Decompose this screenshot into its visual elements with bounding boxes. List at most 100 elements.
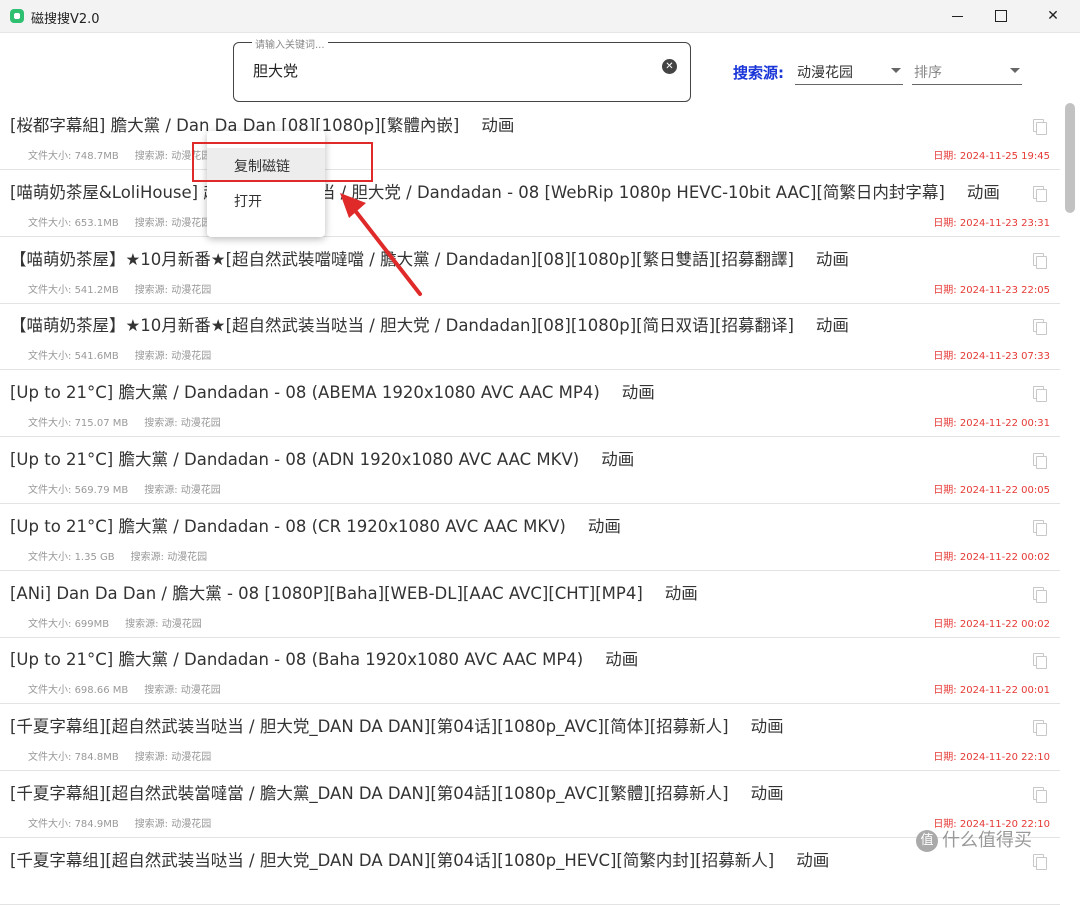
result-size: 1.35 GB [74,551,115,563]
chevron-down-icon [891,68,901,73]
result-meta: 文件大小: 748.7MB 搜索源: 动漫花园 [28,147,211,162]
size-label: 文件大小: [28,551,75,563]
result-row[interactable]: 【喵萌奶茶屋】★10月新番★[超自然武装当哒当 / 胆大党 / Dandadan… [0,303,1060,371]
scrollbar[interactable] [1064,103,1076,868]
result-source: 动漫花园 [167,551,208,563]
maximize-button[interactable] [978,0,1024,32]
minimize-button[interactable] [934,0,980,32]
result-date: 日期: 2024-11-20 22:10 [933,748,1050,763]
result-title-text: [Up to 21°C] 膽大黨 / Dandadan - 08 (Baha 1… [10,650,584,670]
result-category: 动画 [587,516,621,536]
sort-select-placeholder: 排序 [914,65,942,81]
result-title: [Up to 21°C] 膽大黨 / Dandadan - 08 (CR 192… [10,513,621,537]
annotation-highlight-box [192,142,373,182]
copy-icon[interactable] [1033,185,1047,202]
result-row[interactable]: [千夏字幕组][超自然武装当哒当 / 胆大党_DAN DA DAN][第04话]… [0,704,1060,772]
close-icon: ✕ [1047,8,1059,24]
menu-item-open[interactable]: 打开 [207,183,325,217]
result-source: 动漫花园 [180,685,221,697]
result-size: 784.9MB [74,819,119,830]
result-size: 653.1MB [74,217,119,229]
result-title-text: [千夏字幕组][超自然武装当哒当 / 胆大党_DAN DA DAN][第04话]… [10,850,775,870]
result-meta: 文件大小: 699MB 搜索源: 动漫花园 [28,615,202,630]
result-title-text: [千夏字幕組][超自然武裝當噠當 / 膽大黨_DAN DA DAN][第04話]… [10,784,729,803]
result-date-value: 2024-11-22 00:02 [959,551,1050,563]
sort-select[interactable]: 排序 [912,56,1022,85]
copy-icon[interactable] [1033,787,1047,803]
result-title: [千夏字幕组][超自然武装当哒当 / 胆大党_DAN DA DAN][第04话]… [10,847,829,871]
result-title: 【喵萌奶茶屋】★10月新番★[超自然武裝噹噠噹 / 膽大黨 / Dandadan… [10,246,849,270]
copy-icon[interactable] [1033,119,1047,135]
copy-icon[interactable] [1033,653,1047,670]
result-title: 【喵萌奶茶屋】★10月新番★[超自然武装当哒当 / 胆大党 / Dandadan… [10,312,849,336]
result-date: 日期: 2024-11-22 00:31 [933,414,1050,429]
result-category: 动画 [750,784,784,803]
result-title: [Up to 21°C] 膽大黨 / Dandadan - 08 (Baha 1… [10,646,638,670]
clear-search-icon[interactable]: ✕ [662,59,677,74]
result-title: [Up to 21°C] 膽大黨 / Dandadan - 08 (ABEMA … [10,379,655,403]
result-date-value: 2024-11-23 23:31 [959,217,1050,229]
size-label: 文件大小: [28,819,75,830]
source-prefix: 搜索源: [130,551,168,563]
result-source: 动漫花园 [171,284,212,296]
source-prefix: 搜索源: [144,485,181,496]
size-label: 文件大小: [28,418,75,430]
copy-icon[interactable] [1033,519,1047,536]
source-prefix: 搜索源: [134,217,172,229]
result-meta: 文件大小: 715.07 MB 搜索源: 动漫花园 [28,414,221,429]
result-category: 动画 [621,383,655,403]
copy-icon[interactable] [1033,453,1047,469]
date-label: 日期: [933,151,960,162]
result-source: 动漫花园 [171,819,212,830]
result-size: 784.8MB [74,752,119,764]
result-row[interactable]: [ANi] Dan Da Dan / 膽大黨 - 08 [1080P][Baha… [0,571,1060,638]
result-source: 动漫花园 [180,485,221,496]
copy-icon[interactable] [1033,319,1047,336]
result-row[interactable]: 【喵萌奶茶屋】★10月新番★[超自然武裝噹噠噹 / 膽大黨 / Dandadan… [0,237,1060,304]
scrollbar-thumb[interactable] [1065,103,1075,213]
result-row[interactable]: [Up to 21°C] 膽大黨 / Dandadan - 08 (CR 192… [0,504,1060,571]
copy-icon[interactable] [1033,853,1047,870]
close-button[interactable]: ✕ [1030,0,1076,32]
result-date-value: 2024-11-22 00:31 [959,418,1050,430]
result-title: [ANi] Dan Da Dan / 膽大黨 - 08 [1080P][Baha… [10,580,698,604]
result-category: 动画 [966,182,1000,202]
search-input[interactable]: 请输入关键词... 胆大党 ✕ [233,36,691,102]
date-label: 日期: [933,351,960,363]
source-select-value: 动漫花园 [797,65,853,81]
copy-icon[interactable] [1033,720,1047,737]
source-label: 搜索源: [733,64,784,82]
date-label: 日期: [933,752,960,764]
result-date: 日期: 2024-11-22 00:05 [933,481,1050,496]
result-meta: 文件大小: 784.8MB 搜索源: 动漫花园 [28,748,211,763]
result-date: 日期: 2024-11-23 07:33 [933,347,1050,362]
result-title-text: [Up to 21°C] 膽大黨 / Dandadan - 08 (CR 192… [10,516,566,536]
date-label: 日期: [933,485,960,496]
title-bar: 磁搜搜V2.0 ✕ [0,0,1080,33]
copy-icon[interactable] [1033,252,1047,269]
source-select[interactable]: 动漫花园 [795,56,903,85]
result-row[interactable]: [千夏字幕组][超自然武装当哒当 / 胆大党_DAN DA DAN][第04话]… [0,838,1060,905]
result-size: 698.66 MB [74,685,129,697]
result-row[interactable]: [桜都字幕組] 膽大黨 / Dan Da Dan [08][1080p][繁體內… [0,103,1060,170]
size-label: 文件大小: [28,618,75,630]
copy-icon[interactable] [1033,386,1047,403]
source-prefix: 搜索源: [134,284,172,296]
app-logo-icon [10,9,24,23]
result-meta: 文件大小: 653.1MB 搜索源: 动漫花园 [28,214,211,229]
result-category: 动画 [796,850,830,870]
result-row[interactable]: [千夏字幕組][超自然武裝當噠當 / 膽大黨_DAN DA DAN][第04話]… [0,771,1060,838]
search-placeholder: 请输入关键词... [252,36,328,51]
result-title-text: 【喵萌奶茶屋】★10月新番★[超自然武裝噹噠噹 / 膽大黨 / Dandadan… [10,249,794,269]
result-row[interactable]: [Up to 21°C] 膽大黨 / Dandadan - 08 (ADN 19… [0,437,1060,504]
copy-icon[interactable] [1033,586,1047,603]
watermark: 值什么值得买 [916,826,1032,852]
result-row[interactable]: [Up to 21°C] 膽大黨 / Dandadan - 08 (ABEMA … [0,370,1060,438]
source-prefix: 搜索源: [125,618,162,630]
result-source: 动漫花园 [171,752,212,764]
result-row[interactable]: [喵萌奶茶屋&LoliHouse] 超自然武装当哒当 / 胆大党 / Danda… [0,170,1060,237]
size-label: 文件大小: [28,685,75,697]
result-date-value: 2024-11-22 00:05 [959,485,1050,496]
result-row[interactable]: [Up to 21°C] 膽大黨 / Dandadan - 08 (Baha 1… [0,637,1060,705]
result-size: 569.79 MB [74,485,129,496]
